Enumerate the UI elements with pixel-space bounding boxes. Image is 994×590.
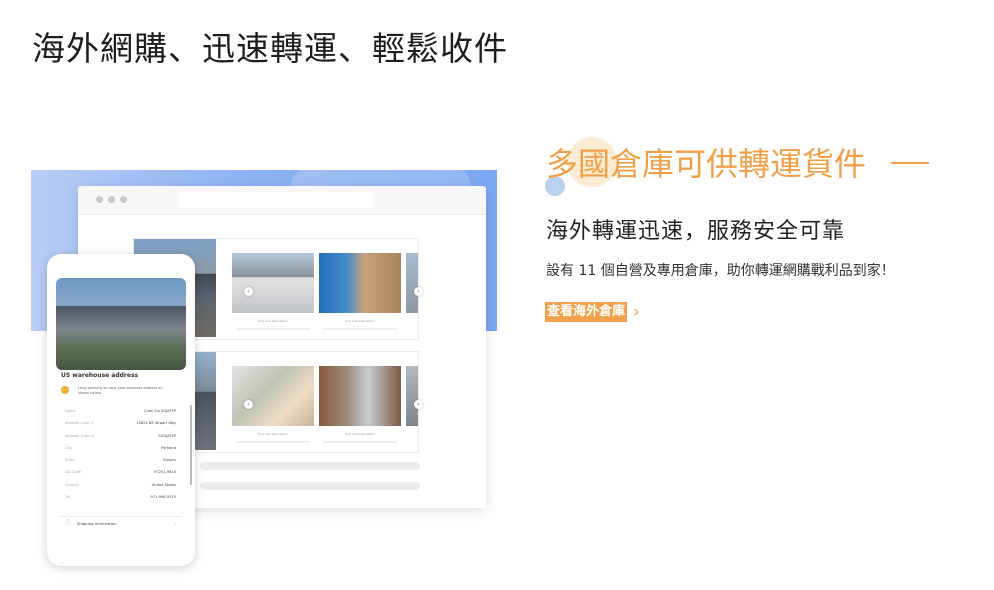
title-dash [891,162,929,164]
address-field-label: Zip Code [65,470,82,475]
phone-heading: US warehouse address [61,372,139,379]
skeleton-line [200,482,420,490]
chevron-right-icon: › [633,302,640,322]
address-row: Address (Line 1) 13822 NE Airport Way [59,417,182,429]
address-table: Name Chan Siu SGJATSP Address (Line 1) 1382… [59,405,182,503]
window-dot [108,196,115,203]
address-row: Zip Code 97251-9614 [59,466,182,478]
copy-hint: ✋ Long pressing to copy your overseas ad… [61,386,186,400]
hand-icon: ✋ [61,386,69,394]
warehouse-card: One line description [319,352,401,452]
address-field-value: 13822 NE Airport Way [136,421,176,426]
address-row: Tel 971-998-9315 [59,491,182,503]
page-title: 海外網購、迅速轉運、輕鬆收件 [32,29,508,68]
address-row: Country United States [59,479,182,491]
info-icon: ⓘ [65,520,72,527]
card-caption: One line description [344,432,376,436]
browser-toolbar [78,186,486,215]
chevron-right-icon: › [174,521,176,526]
card-line [323,441,397,443]
address-field-label: Address (Line 2) [65,433,95,438]
feature-title: 多國倉庫可供轉運貨件 [546,145,867,183]
card-line [236,441,310,443]
address-field-label: Country [65,482,80,487]
shipping-info-row: ⓘ Shipping information › [59,516,182,531]
scrollbar [190,405,192,485]
warehouse-photo [232,253,314,313]
skeleton-line [200,462,420,470]
shipping-info-label: Shipping information [77,521,117,526]
address-row: State Oregon [59,454,182,466]
address-field-label: Name [65,409,76,413]
chevron-left-icon: ‹ [244,287,253,296]
chevron-left-icon: ‹ [244,400,253,409]
address-field-label: City [65,445,73,450]
address-row: Address (Line 2) SGGJATSP [59,430,182,442]
view-warehouses-link[interactable]: 查看海外倉庫 › [545,302,640,322]
address-field-label: Tel [65,495,70,500]
chevron-right-icon: › [414,400,423,409]
address-field-value: United States [151,482,176,487]
address-field-value: 971-998-9315 [150,495,176,500]
address-row: Name Chan Siu SGJATSP [59,405,182,417]
warehouse-card: One line description [319,239,401,339]
address-row: City Portland [59,442,182,454]
address-field-value: Portland [161,445,176,450]
warehouse-photo [406,366,418,426]
feature-subtitle: 海外轉運迅速，服務安全可靠 [546,219,846,244]
warehouse-photo [232,366,314,426]
warehouse-illustration: One line description One line descriptio… [31,150,501,570]
copy-hint-text: Long pressing to copy your overseas addr… [78,386,163,395]
warehouse-photo [319,253,401,313]
window-dot [96,196,103,203]
warehouse-photo [56,278,186,370]
address-field-label: Address (Line 1) [65,421,95,426]
address-field-value: 97251-9614 [154,470,176,475]
window-dot [120,196,127,203]
address-field-value: SGGJATSP [158,433,176,438]
address-field-value: Chan Siu SGJATSP [144,409,176,413]
card-line [236,328,310,330]
card-caption: One line description [257,432,289,436]
warehouse-photo [406,253,418,313]
phone-mockup: US warehouse address ✋ Long pressing to … [47,254,195,566]
view-warehouses-label: 查看海外倉庫 [545,302,628,322]
warehouse-photo [319,366,401,426]
browser-address-bar [178,192,374,208]
feature-description: 設有 11 個自營及專用倉庫，助你轉運網購戰利品到家！ [546,263,895,279]
card-line [323,328,397,330]
address-field-label: State [65,458,75,463]
address-field-value: Oregon [162,458,176,463]
card-caption: One line description [344,319,376,323]
chevron-right-icon: › [414,287,423,296]
card-caption: One line description [257,319,289,323]
